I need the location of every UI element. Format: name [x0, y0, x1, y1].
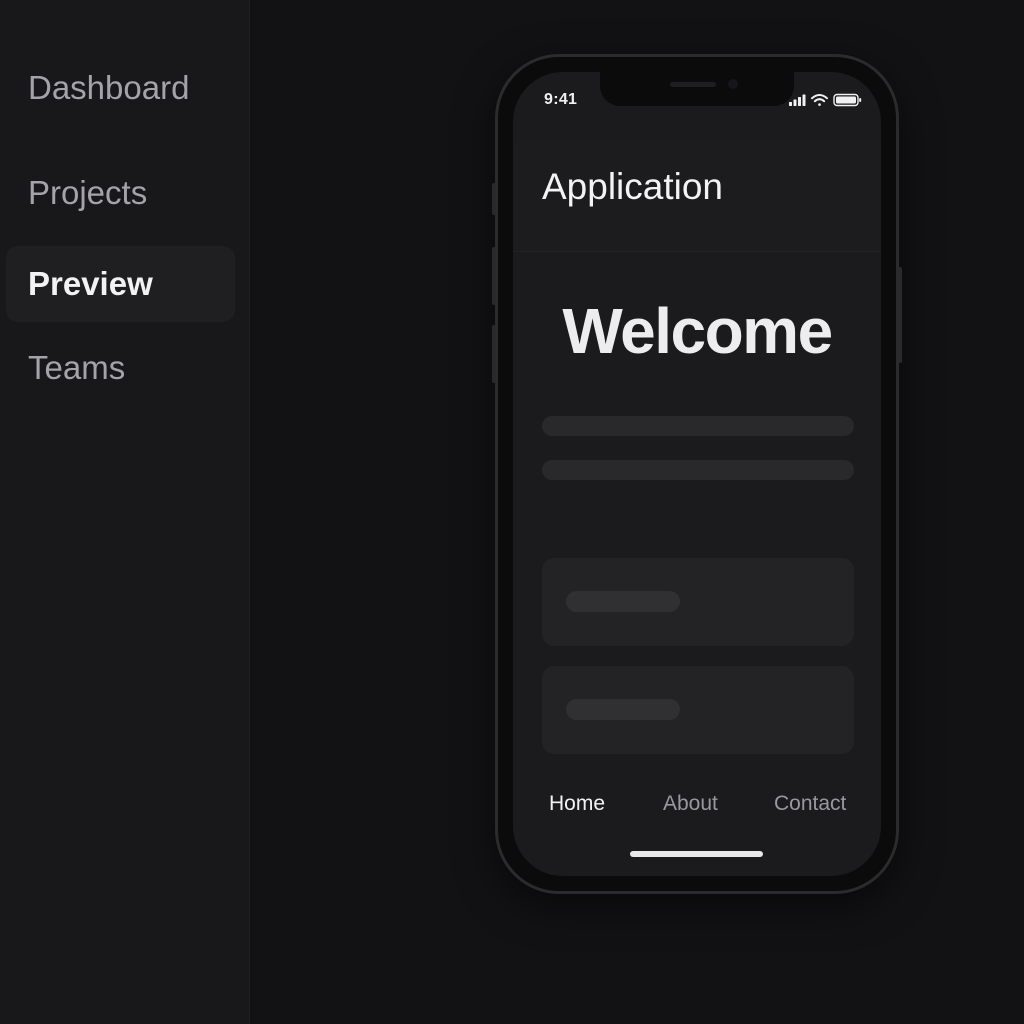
- sidebar: Dashboard Projects Preview Teams: [0, 0, 250, 1024]
- sidebar-item-label: Teams: [28, 349, 126, 386]
- welcome-heading: Welcome: [562, 295, 833, 367]
- front-camera: [728, 79, 738, 89]
- battery-icon: [833, 93, 862, 107]
- sidebar-item-projects[interactable]: Projects: [6, 155, 235, 231]
- tab-contact[interactable]: Contact: [774, 792, 846, 816]
- notch: [600, 72, 794, 106]
- bottom-tab-bar: Home About Contact: [513, 792, 881, 836]
- volume-down-button: [492, 325, 496, 383]
- app-header: Application: [513, 142, 881, 252]
- sidebar-item-label: Dashboard: [28, 69, 190, 106]
- power-button: [898, 267, 902, 363]
- sidebar-item-label: Projects: [28, 174, 148, 211]
- app-window: Dashboard Projects Preview Teams 9:41 Ap…: [0, 0, 1024, 1024]
- signal-icon: [789, 94, 806, 106]
- speaker-grille: [670, 82, 716, 87]
- tab-about[interactable]: About: [663, 792, 718, 816]
- volume-up-button: [492, 247, 496, 305]
- placeholder-card-label: [566, 591, 680, 612]
- sidebar-item-label: Preview: [28, 265, 153, 302]
- placeholder-card-label: [566, 699, 680, 720]
- placeholder-text-line: [542, 416, 854, 436]
- home-indicator[interactable]: [630, 851, 763, 857]
- sidebar-item-teams[interactable]: Teams: [6, 330, 235, 406]
- status-time: 9:41: [544, 91, 578, 108]
- content-card[interactable]: [542, 558, 854, 646]
- sidebar-item-dashboard[interactable]: Dashboard: [6, 50, 235, 126]
- placeholder-text-line: [542, 460, 854, 480]
- wifi-icon: [811, 94, 828, 106]
- phone-frame: 9:41 Application Welcome Home About Cont…: [492, 54, 902, 894]
- app-title: Application: [542, 166, 724, 207]
- silent-switch: [492, 183, 496, 215]
- status-icons: [789, 93, 862, 107]
- sidebar-item-preview[interactable]: Preview: [6, 246, 235, 322]
- phone-screen: 9:41 Application Welcome Home About Cont…: [513, 72, 881, 876]
- tab-home[interactable]: Home: [549, 792, 605, 816]
- content-card[interactable]: [542, 666, 854, 754]
